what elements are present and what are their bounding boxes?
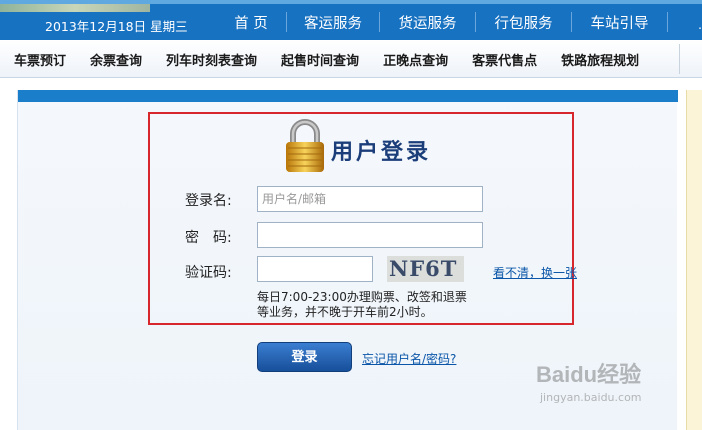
captcha-image[interactable]: NF6T [387, 256, 464, 282]
nav-home[interactable]: 首 页 [216, 12, 286, 33]
nav-freight-service[interactable]: 货运服务 [380, 12, 475, 33]
subnav-timetable[interactable]: 列车时刻表查询 [166, 50, 257, 69]
login-button[interactable]: 登录 [257, 342, 352, 372]
lock-icon [283, 118, 327, 174]
watermark-brand: Baidu经验 [536, 362, 642, 387]
refresh-captcha-link[interactable]: 看不清，换一张 [493, 264, 577, 281]
login-title: 用户登录 [283, 118, 431, 174]
watermark: Baidu经验 jingyan.baidu.com [536, 357, 642, 404]
subnav-journey-planner[interactable]: 铁路旅程规划 [561, 50, 639, 69]
password-label: 密 码: [185, 230, 232, 246]
service-hours-note: 每日7:00-23:00办理购票、改签和退票等业务，并不晚于开车前2小时。 [257, 290, 467, 319]
username-label: 登录名: [185, 193, 232, 209]
nav-overflow-item[interactable]: . [698, 18, 702, 32]
nav-station-guide[interactable]: 车站引导 [572, 12, 667, 33]
subnav-divider [679, 44, 680, 74]
panel-header-bar [18, 90, 678, 102]
sub-navigation: 车票预订 余票查询 列车时刻表查询 起售时间查询 正晚点查询 客票代售点 铁路旅… [0, 40, 702, 78]
subnav-ticket-booking[interactable]: 车票预订 [14, 50, 66, 69]
current-date: 2013年12月18日 星期三 [45, 19, 188, 34]
watermark-url: jingyan.baidu.com [540, 391, 642, 404]
subnav-remaining-tickets[interactable]: 余票查询 [90, 50, 142, 69]
username-input[interactable]: 用户名/邮箱 [257, 186, 483, 212]
captcha-text: NF6T [389, 256, 458, 281]
side-panel [686, 90, 702, 430]
main-nav: 首 页 客运服务 货运服务 行包服务 车站引导 [216, 4, 668, 40]
captcha-input[interactable] [257, 256, 373, 282]
nav-luggage-service[interactable]: 行包服务 [476, 12, 571, 33]
login-title-text: 用户登录 [331, 140, 432, 165]
subnav-train-delay[interactable]: 正晚点查询 [383, 50, 448, 69]
forgot-password-link[interactable]: 忘记用户名/密码? [362, 350, 456, 367]
subnav-ticket-agents[interactable]: 客票代售点 [472, 50, 537, 69]
top-navigation: 2013年12月18日 星期三 首 页 客运服务 货运服务 行包服务 车站引导 … [0, 0, 702, 40]
nav-divider [667, 12, 668, 32]
captcha-label: 验证码: [185, 265, 232, 281]
password-input[interactable] [257, 222, 483, 248]
nav-passenger-service[interactable]: 客运服务 [287, 12, 379, 33]
subnav-sale-time[interactable]: 起售时间查询 [281, 50, 359, 69]
header-banner-image [0, 4, 150, 12]
